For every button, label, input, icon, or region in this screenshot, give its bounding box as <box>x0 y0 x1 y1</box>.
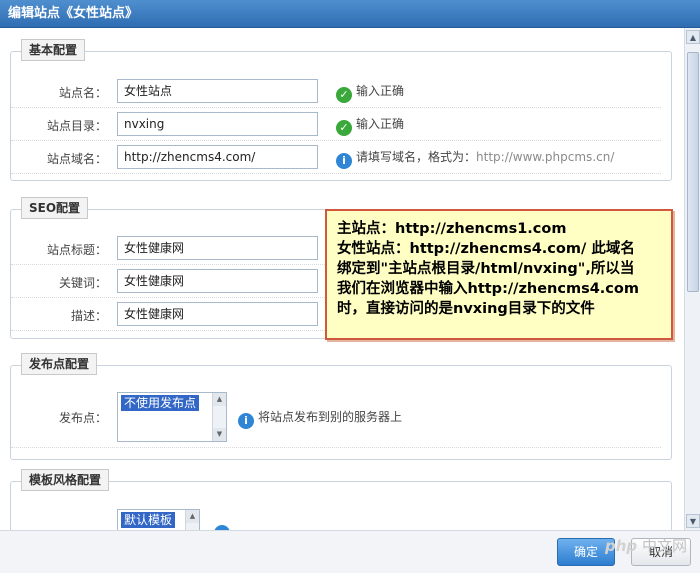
publish-point-hint: i 将站点发布到别的服务器上 <box>238 408 402 429</box>
template-option[interactable]: 默认模板 <box>121 512 176 528</box>
site-name-label: 站点名： <box>58 86 107 100</box>
publish-point-label: 发布点： <box>58 411 107 425</box>
note-line: 时，直接访问的是nvxing目录下的文件 <box>337 301 595 317</box>
publish-list-scrollbar[interactable]: ▲ ▼ <box>212 393 226 441</box>
row-site-name: 站点名： 女性站点 ✓ 输入正确 <box>11 75 661 108</box>
section-basic-legend: 基本配置 <box>21 39 86 61</box>
publish-point-option[interactable]: 不使用发布点 <box>121 395 200 411</box>
watermark-brand: php <box>605 537 638 555</box>
info-icon: i <box>238 413 254 429</box>
site-domain-hint-example: http://www.phpcms.cn/ <box>476 150 615 164</box>
site-name-hint-text: 输入正确 <box>356 84 405 98</box>
site-title-input[interactable]: 女性健康网 <box>117 236 318 260</box>
publish-point-select[interactable]: 不使用发布点 ▲ ▼ <box>117 392 227 442</box>
section-publish-legend: 发布点配置 <box>21 353 98 375</box>
site-domain-input[interactable]: http://zhencms4.com/ <box>117 145 318 169</box>
description-input[interactable]: 女性健康网 <box>117 302 318 326</box>
note-line: 我们在浏览器中输入http://zhencms4.com <box>337 281 639 297</box>
note-line: 绑定到"主站点根目录/html/nvxing",所以当 <box>337 261 635 277</box>
note-line: 女性站点：http://zhencms4.com/ 此域名 <box>337 241 635 257</box>
watermark-text: 中文网 <box>641 537 687 555</box>
scroll-down-icon[interactable]: ▼ <box>213 428 226 441</box>
window-title: 编辑站点《女性站点》 <box>0 0 700 28</box>
scroll-down-icon[interactable]: ▼ <box>686 514 700 528</box>
dialog-footer: 确定 取消 <box>0 530 700 573</box>
scroll-up-icon[interactable]: ▲ <box>186 510 199 523</box>
watermark: php 中文网 <box>605 535 687 556</box>
site-dir-input[interactable]: nvxing <box>117 112 318 136</box>
publish-point-hint-text: 将站点发布到别的服务器上 <box>258 410 403 424</box>
section-template-legend: 模板风格配置 <box>21 469 110 491</box>
row-site-dir: 站点目录： nvxing ✓ 输入正确 <box>11 108 661 141</box>
annotation-note: 主站点：http://zhencms1.com 女性站点：http://zhen… <box>325 209 673 340</box>
scroll-up-icon[interactable]: ▲ <box>686 30 700 44</box>
section-basic: 基本配置 站点名： 女性站点 ✓ 输入正确 站点目录： nvxing ✓ 输入正确 … <box>10 39 672 181</box>
site-domain-hint: i 请填写域名，格式为：http://www.phpcms.cn/ <box>336 148 614 169</box>
site-dir-hint: ✓ 输入正确 <box>336 115 404 136</box>
dialog-content: 基本配置 站点名： 女性站点 ✓ 输入正确 站点目录： nvxing ✓ 输入正确 … <box>0 28 684 530</box>
keywords-label: 关键词： <box>58 276 107 290</box>
site-dir-hint-text: 输入正确 <box>356 117 405 131</box>
row-site-domain: 站点域名： http://zhencms4.com/ i 请填写域名，格式为：ht… <box>11 141 661 174</box>
dialog-scrollbar[interactable]: ▲ ▼ <box>684 28 700 530</box>
site-name-hint: ✓ 输入正确 <box>336 82 404 103</box>
scroll-up-icon[interactable]: ▲ <box>213 393 226 406</box>
description-label: 描述： <box>70 309 107 323</box>
note-line: 主站点：http://zhencms1.com <box>337 221 567 237</box>
section-publish: 发布点配置 发布点： 不使用发布点 ▲ ▼ i 将站点发布到别的服务器上 <box>10 353 672 460</box>
scrollbar-thumb[interactable] <box>687 52 699 292</box>
section-template: 模板风格配置 默认模板 ▲ <box>10 469 672 530</box>
check-icon: ✓ <box>336 120 352 136</box>
site-domain-hint-text: 请填写域名，格式为： <box>356 150 477 164</box>
site-name-input[interactable]: 女性站点 <box>117 79 318 103</box>
info-icon: i <box>336 153 352 169</box>
site-domain-label: 站点域名： <box>46 152 107 166</box>
template-list-scrollbar[interactable]: ▲ <box>185 510 199 530</box>
section-seo-legend: SEO配置 <box>21 197 89 219</box>
check-icon: ✓ <box>336 87 352 103</box>
site-title-label: 站点标题： <box>46 243 107 257</box>
keywords-input[interactable]: 女性健康网 <box>117 269 318 293</box>
row-publish-point: 发布点： 不使用发布点 ▲ ▼ i 将站点发布到别的服务器上 <box>11 380 661 448</box>
site-dir-label: 站点目录： <box>46 119 107 133</box>
template-select[interactable]: 默认模板 ▲ <box>117 509 200 530</box>
